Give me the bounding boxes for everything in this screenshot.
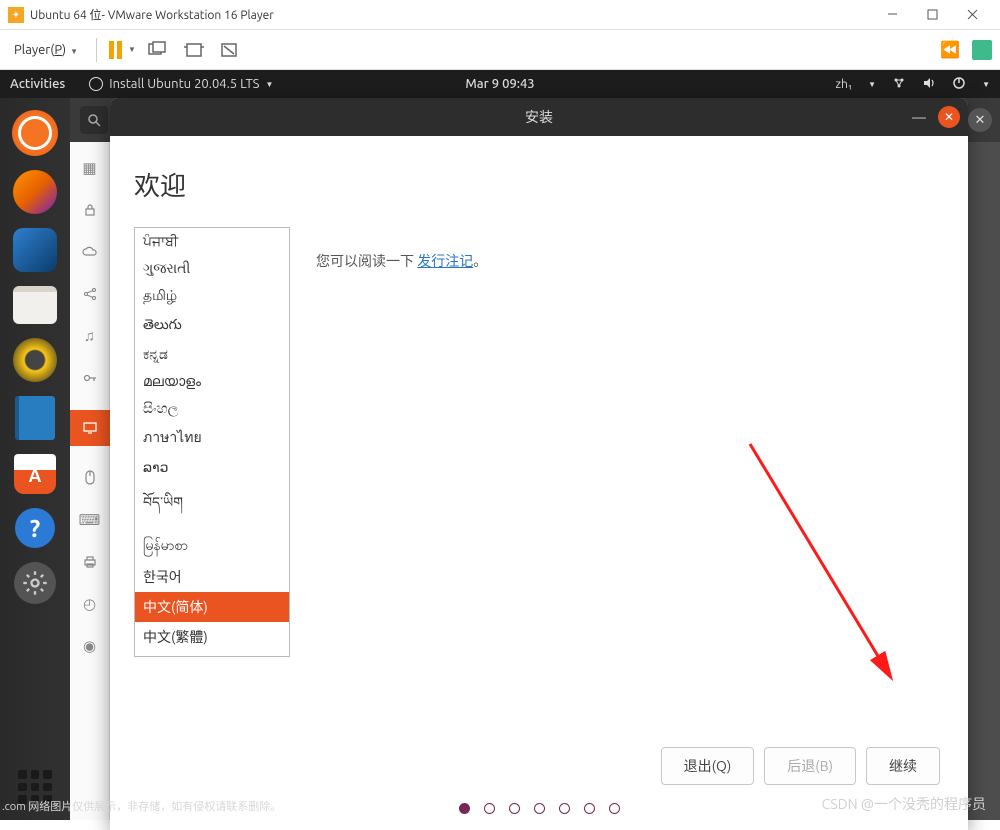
language-option[interactable]: မြန်မာစာ <box>135 531 289 562</box>
language-option[interactable]: ਪੰਜਾਬੀ <box>135 228 289 255</box>
step-dot <box>509 803 520 814</box>
installer-window-title: 安装 <box>525 107 553 127</box>
vmware-icon: ✦ <box>8 7 24 23</box>
dock-help-icon[interactable]: ? <box>15 508 55 548</box>
side-keyboard-icon[interactable]: ⌨ <box>80 510 100 530</box>
installer-button-row: 退出(Q) 后退(B) 继续 <box>134 747 944 785</box>
unity-mode-icon[interactable] <box>216 37 244 63</box>
continue-button[interactable]: 继续 <box>866 747 940 785</box>
csdn-watermark: CSDN @一个没秃的程序员 <box>822 794 986 814</box>
side-grid-icon[interactable]: ▦ <box>80 158 100 178</box>
dock-rhythmbox-icon[interactable] <box>13 338 57 382</box>
fullscreen-icon[interactable] <box>180 37 208 63</box>
side-cloud-icon[interactable] <box>80 242 100 262</box>
side-lock-icon[interactable] <box>80 200 100 220</box>
step-dot <box>534 803 545 814</box>
dock-software-center-icon[interactable] <box>14 454 56 494</box>
maximize-button[interactable] <box>912 1 952 29</box>
side-mouse-icon[interactable] <box>80 468 100 488</box>
side-screen-icon[interactable] <box>70 410 110 446</box>
network-icon[interactable] <box>892 76 906 93</box>
dock-thunderbird-icon[interactable] <box>13 228 57 272</box>
language-option[interactable]: සිංහල <box>135 395 289 422</box>
installer-window: 安装 — ✕ 欢迎 ਪੰਜਾਬੀગુજરાતીதமிழ்తెలుగుಕನ್ನಡമ… <box>110 98 968 830</box>
volume-icon[interactable] <box>922 76 936 93</box>
vmware-toolbar: Player(P)▼ ▼ ⏪ <box>0 30 1000 70</box>
installer-app-icon <box>89 77 103 91</box>
language-option[interactable]: ລາວ <box>135 454 289 481</box>
send-ctrl-alt-del-icon[interactable] <box>144 37 172 63</box>
language-option[interactable]: 한국어 <box>135 562 289 592</box>
release-notes-text: 您可以阅读一下 发行注记。 <box>316 251 944 271</box>
host-window-titlebar: ✦ Ubuntu 64 位- VMware Workstation 16 Pla… <box>0 0 1000 30</box>
dock-files-icon[interactable] <box>13 286 57 324</box>
background-close-button[interactable]: ✕ <box>968 108 992 132</box>
language-option[interactable]: བོད་ཡིག <box>135 481 289 531</box>
close-button[interactable] <box>952 1 992 29</box>
installer-heading: 欢迎 <box>134 166 944 203</box>
description-column: 您可以阅读一下 发行注记。 <box>316 227 944 271</box>
installer-body: 欢迎 ਪੰਜਾਬੀગુજરાતીதமிழ்తెలుగుಕನ್ನಡമലയാളംසි… <box>110 136 968 830</box>
installer-close-button[interactable]: ✕ <box>938 106 960 128</box>
separator <box>96 38 97 62</box>
step-dot <box>459 803 470 814</box>
step-dot <box>584 803 595 814</box>
dock-writer-icon[interactable] <box>15 396 55 440</box>
footer-watermark: .com 网络图片仅供展示，非存储，如有侵权请联系删除。 <box>2 798 281 814</box>
search-icon[interactable] <box>80 106 108 134</box>
activities-button[interactable]: Activities <box>10 77 65 91</box>
quit-button[interactable]: 退出(Q) <box>661 747 755 785</box>
current-app-label: Install Ubuntu 20.04.5 LTS <box>109 77 259 91</box>
language-option[interactable]: ಕನ್ನಡ <box>135 341 289 368</box>
dock-firefox-icon[interactable] <box>13 170 57 214</box>
ubuntu-top-bar: Activities Install Ubuntu 20.04.5 LTS ▼ … <box>0 70 1000 98</box>
installer-titlebar[interactable]: 安装 — ✕ <box>110 98 968 136</box>
language-option[interactable]: ภาษาไทย <box>135 422 289 454</box>
current-app-menu[interactable]: Install Ubuntu 20.04.5 LTS ▼ <box>89 77 273 91</box>
step-dot <box>559 803 570 814</box>
step-dot <box>484 803 495 814</box>
ubuntu-dock: ? <box>0 98 70 820</box>
language-option[interactable]: 日本語 <box>135 652 289 657</box>
language-option[interactable]: 中文(繁體) <box>135 622 289 652</box>
dock-settings-icon[interactable] <box>14 562 56 604</box>
notes-icon[interactable] <box>972 40 992 60</box>
language-option[interactable]: తెలుగు <box>135 311 289 341</box>
language-list[interactable]: ਪੰਜਾਬੀગુજરાતીதமிழ்తెలుగుಕನ್ನಡമലയാളംසිංහල… <box>134 227 290 657</box>
clock[interactable]: Mar 9 09:43 <box>465 77 534 91</box>
dock-ubuntu-icon[interactable] <box>12 110 58 156</box>
language-option[interactable]: മലയാളം <box>135 368 289 395</box>
input-method-indicator[interactable]: zh₁ <box>835 78 852 91</box>
release-notes-link[interactable]: 发行注记 <box>417 253 473 269</box>
side-color-icon[interactable]: ◉ <box>80 636 100 656</box>
side-music-icon[interactable]: ♫ <box>80 326 100 346</box>
side-share-icon[interactable] <box>80 284 100 304</box>
back-button[interactable]: 后退(B) <box>764 747 856 785</box>
power-icon[interactable] <box>952 76 966 93</box>
rewind-icon[interactable]: ⏪ <box>936 36 964 63</box>
guest-desktop: ? ✕ ▦ ♫ <box>0 98 1000 820</box>
step-dot <box>609 803 620 814</box>
side-key-icon[interactable] <box>80 368 100 388</box>
background-window: ✕ ▦ ♫ ⌨ <box>70 98 1000 820</box>
installer-minimize-button[interactable]: — <box>908 106 930 128</box>
host-window-title: Ubuntu 64 位- VMware Workstation 16 Playe… <box>30 6 872 23</box>
minimize-button[interactable] <box>872 1 912 29</box>
pause-button[interactable]: ▼ <box>109 41 136 59</box>
system-tray[interactable]: zh₁ ▼ ▼ <box>835 76 990 93</box>
player-menu[interactable]: Player(P)▼ <box>8 39 84 61</box>
language-option[interactable]: 中文(简体) <box>135 592 289 622</box>
language-option[interactable]: ગુજરાતી <box>135 255 289 282</box>
language-option[interactable]: தமிழ் <box>135 282 289 311</box>
side-printer-icon[interactable] <box>80 552 100 572</box>
side-disk-icon[interactable]: ◴ <box>80 594 100 614</box>
background-sidebar: ▦ ♫ ⌨ ◴ ◉ <box>70 142 110 820</box>
